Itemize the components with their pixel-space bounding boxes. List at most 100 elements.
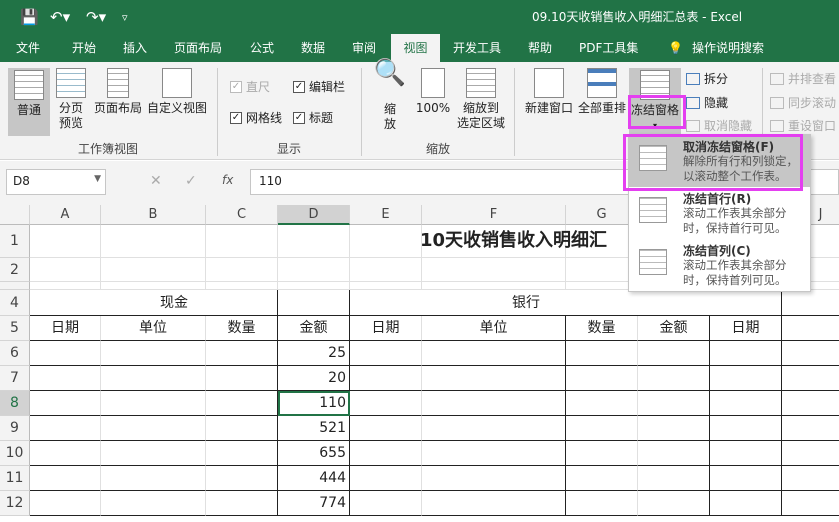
cell[interactable] bbox=[782, 391, 839, 416]
cell[interactable] bbox=[782, 316, 839, 341]
reset-window-button[interactable]: 重设窗口 bbox=[770, 117, 836, 134]
row-header-1[interactable]: 1 bbox=[0, 225, 30, 258]
cell[interactable] bbox=[30, 366, 101, 391]
row-header-7[interactable]: 7 bbox=[0, 366, 30, 391]
cell[interactable] bbox=[782, 341, 839, 366]
cell[interactable] bbox=[638, 366, 710, 391]
tab-help[interactable]: 帮助 bbox=[522, 34, 558, 62]
row-header-4[interactable]: 4 bbox=[0, 290, 30, 316]
row-header-5[interactable]: 5 bbox=[0, 316, 30, 341]
new-window-button[interactable]: 新建窗口 bbox=[522, 66, 576, 116]
headings-checkbox[interactable]: ✓ 标题 bbox=[293, 109, 333, 126]
cell[interactable] bbox=[710, 466, 782, 491]
cell[interactable] bbox=[422, 341, 566, 366]
cell[interactable] bbox=[101, 491, 206, 516]
custom-views-button[interactable]: 自定义视图 bbox=[146, 66, 208, 116]
tab-home[interactable]: 开始 bbox=[66, 34, 102, 62]
cell[interactable] bbox=[566, 416, 638, 441]
cell[interactable]: 金额 bbox=[638, 316, 710, 341]
cell[interactable] bbox=[350, 258, 422, 282]
page-layout-button[interactable]: 页面布局 bbox=[92, 66, 144, 116]
cell[interactable] bbox=[782, 491, 839, 516]
cell[interactable] bbox=[710, 341, 782, 366]
row-header-9[interactable]: 9 bbox=[0, 416, 30, 441]
cell[interactable] bbox=[278, 290, 350, 316]
cell[interactable] bbox=[710, 366, 782, 391]
sync-scroll-button[interactable]: 同步滚动 bbox=[770, 94, 836, 111]
cell[interactable] bbox=[710, 491, 782, 516]
cell[interactable] bbox=[422, 258, 566, 282]
hide-button[interactable]: 隐藏 bbox=[686, 94, 728, 111]
cell[interactable] bbox=[206, 466, 278, 491]
cell[interactable] bbox=[638, 441, 710, 466]
amount-cell[interactable]: 774 bbox=[278, 491, 350, 516]
column-header-E[interactable]: E bbox=[350, 205, 422, 225]
amount-cell[interactable]: 20 bbox=[278, 366, 350, 391]
cell[interactable] bbox=[101, 466, 206, 491]
tab-data[interactable]: 数据 bbox=[295, 34, 331, 62]
amount-cell[interactable]: 521 bbox=[278, 416, 350, 441]
cell[interactable] bbox=[350, 391, 422, 416]
cell[interactable] bbox=[206, 341, 278, 366]
row-header-2[interactable]: 2 bbox=[0, 258, 30, 282]
cell[interactable] bbox=[101, 341, 206, 366]
gridlines-checkbox[interactable]: ✓ 网格线 bbox=[230, 109, 282, 126]
cell[interactable] bbox=[101, 225, 206, 258]
cell[interactable] bbox=[566, 466, 638, 491]
select-all-corner[interactable] bbox=[0, 205, 30, 225]
cell[interactable]: 日期 bbox=[30, 316, 101, 341]
split-button[interactable]: 拆分 bbox=[686, 70, 728, 87]
row-header-3[interactable] bbox=[0, 282, 30, 290]
cell[interactable] bbox=[30, 466, 101, 491]
cell[interactable] bbox=[350, 341, 422, 366]
column-header-C[interactable]: C bbox=[206, 205, 278, 225]
cell[interactable] bbox=[350, 441, 422, 466]
cell[interactable] bbox=[206, 391, 278, 416]
cell[interactable] bbox=[350, 290, 422, 316]
cell[interactable]: 金额 bbox=[278, 316, 350, 341]
row-header-6[interactable]: 6 bbox=[0, 341, 30, 366]
cell[interactable] bbox=[566, 366, 638, 391]
cell[interactable] bbox=[638, 416, 710, 441]
cell[interactable] bbox=[638, 491, 710, 516]
cell[interactable] bbox=[350, 466, 422, 491]
cell[interactable] bbox=[710, 391, 782, 416]
cell[interactable] bbox=[30, 491, 101, 516]
cell[interactable] bbox=[30, 416, 101, 441]
column-header-F[interactable]: F bbox=[422, 205, 566, 225]
cell[interactable] bbox=[206, 441, 278, 466]
zoom-button[interactable]: 🔍 缩 放 bbox=[372, 60, 408, 132]
cell[interactable] bbox=[638, 391, 710, 416]
cell[interactable] bbox=[206, 491, 278, 516]
cell[interactable]: 日期 bbox=[350, 316, 422, 341]
cell[interactable] bbox=[30, 258, 101, 282]
cell[interactable] bbox=[566, 391, 638, 416]
cell[interactable] bbox=[101, 366, 206, 391]
view-side-by-side-button[interactable]: 并排查看 bbox=[770, 70, 836, 87]
cell[interactable] bbox=[350, 282, 422, 290]
cell[interactable] bbox=[566, 491, 638, 516]
cell[interactable] bbox=[422, 441, 566, 466]
cancel-icon[interactable]: ✕ bbox=[150, 173, 162, 189]
cell[interactable] bbox=[350, 366, 422, 391]
zoom-to-selection-button[interactable]: 缩放到 选定区域 bbox=[454, 66, 508, 131]
cell[interactable] bbox=[278, 282, 350, 290]
column-header-B[interactable]: B bbox=[101, 205, 206, 225]
selected-cell-D8[interactable]: 110 bbox=[278, 391, 350, 416]
cell[interactable]: 数量 bbox=[206, 316, 278, 341]
cell[interactable] bbox=[710, 290, 782, 316]
tab-developer[interactable]: 开发工具 bbox=[447, 34, 507, 62]
amount-cell[interactable]: 655 bbox=[278, 441, 350, 466]
cell[interactable] bbox=[638, 341, 710, 366]
cell[interactable] bbox=[30, 391, 101, 416]
tab-formulas[interactable]: 公式 bbox=[244, 34, 280, 62]
row-header-12[interactable]: 12 bbox=[0, 491, 30, 516]
cell[interactable] bbox=[638, 466, 710, 491]
ruler-checkbox[interactable]: ✓ 直尺 bbox=[230, 78, 270, 95]
unhide-button[interactable]: 取消隐藏 bbox=[686, 117, 752, 134]
cell[interactable] bbox=[101, 441, 206, 466]
zoom-100-button[interactable]: 100% bbox=[412, 66, 454, 116]
cell[interactable] bbox=[30, 290, 101, 316]
amount-cell[interactable]: 444 bbox=[278, 466, 350, 491]
cell[interactable] bbox=[422, 491, 566, 516]
